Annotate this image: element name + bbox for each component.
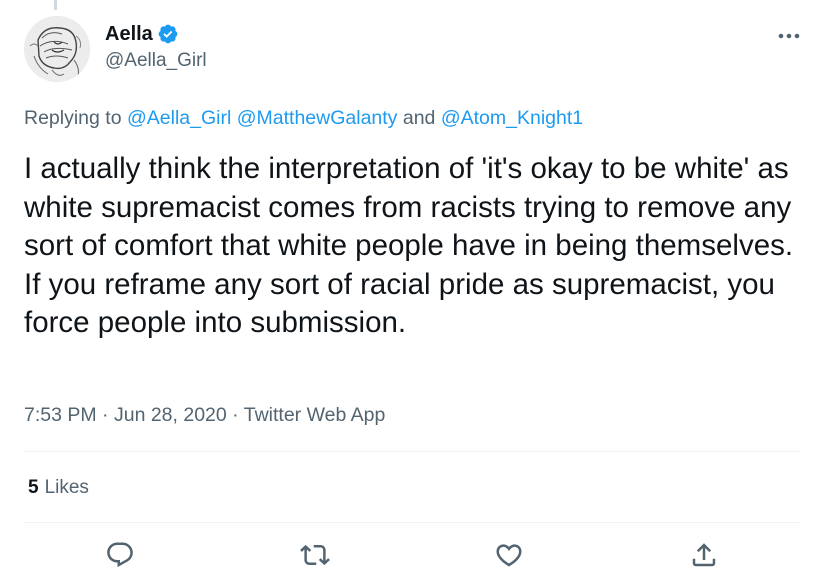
meta-separator: · <box>102 404 109 426</box>
avatar-sketch-icon <box>24 16 90 82</box>
likes-number: 5 <box>28 477 39 498</box>
more-options-icon[interactable] <box>778 28 800 39</box>
likes-label: Likes <box>44 477 89 498</box>
meta-separator: · <box>232 404 239 426</box>
tweet-header: Aella @Aella_Girl <box>24 16 800 82</box>
avatar[interactable] <box>24 16 90 82</box>
mention-link[interactable]: @MatthewGalanty <box>237 107 398 129</box>
mention-link[interactable]: @Aella_Girl <box>127 107 231 129</box>
author-names: Aella @Aella_Girl <box>105 22 207 72</box>
tweet-time[interactable]: 7:53 PM <box>24 404 97 426</box>
retweet-button[interactable] <box>300 540 330 570</box>
tweet-metadata: 7:53 PM · Jun 28, 2020 · Twitter Web App <box>24 404 385 427</box>
share-icon <box>692 543 716 567</box>
verified-badge-icon <box>157 23 179 45</box>
conjunction-text: and <box>402 107 436 129</box>
like-button[interactable] <box>494 540 524 570</box>
reply-button[interactable] <box>105 540 135 570</box>
tweet-text: I actually think the interpretation of '… <box>24 152 802 339</box>
heart-icon <box>496 544 522 567</box>
mention-link[interactable]: @Atom_Knight1 <box>441 107 583 129</box>
replying-to-label: Replying to <box>24 107 122 129</box>
divider <box>24 451 800 452</box>
likes-count[interactable]: 5 Likes <box>28 477 89 499</box>
retweet-icon <box>300 544 330 566</box>
author-handle[interactable]: @Aella_Girl <box>105 50 207 72</box>
tweet-date[interactable]: Jun 28, 2020 <box>114 404 227 426</box>
share-button[interactable] <box>689 540 719 570</box>
replying-to-line: Replying to @Aella_Girl @MatthewGalanty … <box>24 107 583 130</box>
tweet-source[interactable]: Twitter Web App <box>244 404 386 426</box>
display-name-row: Aella <box>105 22 207 46</box>
thread-connector-line <box>54 0 57 10</box>
divider <box>24 522 800 523</box>
reply-icon <box>107 542 133 568</box>
display-name[interactable]: Aella <box>105 23 153 46</box>
